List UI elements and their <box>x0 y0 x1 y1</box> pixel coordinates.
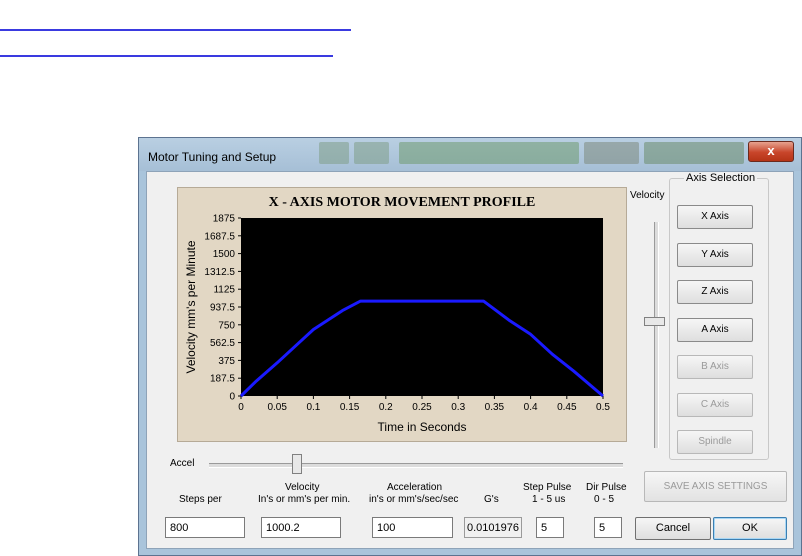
dir-pulse-input[interactable] <box>594 517 622 538</box>
step-pulse-range-label: 1 - 5 us <box>532 494 566 505</box>
background-ghost-1 <box>319 142 349 164</box>
x-tick-label: 0.4 <box>524 402 538 413</box>
x-tick-label: 0.1 <box>306 402 320 413</box>
background-ghost-2 <box>354 142 389 164</box>
x-axis-button[interactable]: X Axis <box>677 205 753 229</box>
b-axis-button[interactable]: B Axis <box>677 355 753 379</box>
background-ghost-5 <box>644 142 744 164</box>
motor-profile-chart: X - AXIS MOTOR MOVEMENT PROFILE 1875 1687… <box>177 187 627 442</box>
dir-pulse-label: Dir Pulse <box>586 482 627 493</box>
x-tick-label: 0.15 <box>340 402 360 413</box>
y-tick-label: 0 <box>229 392 235 403</box>
velocity-units-label: In's or mm's per min. <box>258 494 351 505</box>
chart-svg: 1875 1687.5 1500 1312.5 1125 937.5 750 562.5 375… <box>184 214 610 435</box>
x-tick-label: 0.2 <box>379 402 393 413</box>
acceleration-units-label: in's or mm's/sec/sec <box>369 494 459 505</box>
y-tick-label: 937.5 <box>210 303 235 314</box>
x-tick-label: 0.5 <box>596 402 610 413</box>
close-icon: x <box>767 143 775 158</box>
velocity-slider-label: Velocity <box>630 190 665 201</box>
x-tick-label: 0.05 <box>267 402 287 413</box>
spindle-button[interactable]: Spindle <box>677 430 753 454</box>
steps-per-input[interactable] <box>165 517 245 538</box>
dialog-client-area: X - AXIS MOTOR MOVEMENT PROFILE 1875 1687… <box>146 171 794 549</box>
step-pulse-input[interactable] <box>536 517 564 538</box>
acceleration-label: Acceleration <box>387 482 443 493</box>
x-tick-label: 0.45 <box>557 402 577 413</box>
y-tick-label: 375 <box>218 356 235 367</box>
window-title: Motor Tuning and Setup <box>148 150 277 164</box>
velocity-input[interactable] <box>261 517 341 538</box>
gs-label: G's <box>484 494 499 505</box>
background-ghost-3 <box>399 142 579 164</box>
y-tick-label: 1500 <box>213 249 236 260</box>
z-axis-button[interactable]: Z Axis <box>677 280 753 304</box>
page-link-underline-1[interactable] <box>0 29 351 31</box>
dir-pulse-range-label: 0 - 5 <box>594 494 615 505</box>
y-axis-label: Velocity mm's per Minute <box>184 240 198 373</box>
title-bar: Motor Tuning and Setup x <box>139 138 801 171</box>
motor-tuning-window: Motor Tuning and Setup x X - AXIS MOTOR … <box>138 137 802 556</box>
velocity-slider-track[interactable] <box>654 222 659 448</box>
y-tick-label: 750 <box>218 320 235 331</box>
cancel-button[interactable]: Cancel <box>635 517 711 540</box>
y-tick-label: 187.5 <box>210 374 235 385</box>
x-tick-label: 0.35 <box>485 402 505 413</box>
y-tick-label: 1125 <box>213 285 235 296</box>
y-tick-label: 1687.5 <box>204 231 235 242</box>
plot-area <box>241 218 603 396</box>
velocity-label: Velocity <box>285 482 320 493</box>
ok-button[interactable]: OK <box>713 517 787 540</box>
y-tick-label: 1312.5 <box>204 267 235 278</box>
close-button[interactable]: x <box>748 141 794 162</box>
gs-value <box>464 517 522 538</box>
accel-slider-track[interactable] <box>209 463 623 468</box>
x-tick-label: 0 <box>238 402 244 413</box>
background-ghost-4 <box>584 142 639 164</box>
y-tick-label: 562.5 <box>210 338 235 349</box>
x-axis-label: Time in Seconds <box>378 420 467 434</box>
x-tick-label: 0.3 <box>451 402 465 413</box>
accel-slider-label: Accel <box>170 458 195 469</box>
y-axis-button[interactable]: Y Axis <box>677 243 753 267</box>
acceleration-input[interactable] <box>372 517 453 538</box>
x-tick-label: 0.25 <box>412 402 432 413</box>
a-axis-button[interactable]: A Axis <box>677 318 753 342</box>
y-tick-label: 1875 <box>213 214 236 225</box>
page-link-underline-2[interactable] <box>0 55 333 57</box>
c-axis-button[interactable]: C Axis <box>677 393 753 417</box>
accel-slider-thumb[interactable] <box>291 454 302 474</box>
axis-selection-title: Axis Selection <box>684 172 758 184</box>
save-axis-settings-button[interactable]: SAVE AXIS SETTINGS <box>644 471 787 502</box>
velocity-slider-thumb[interactable] <box>644 317 665 327</box>
step-pulse-label: Step Pulse <box>523 482 572 493</box>
steps-per-label: Steps per <box>179 494 222 505</box>
